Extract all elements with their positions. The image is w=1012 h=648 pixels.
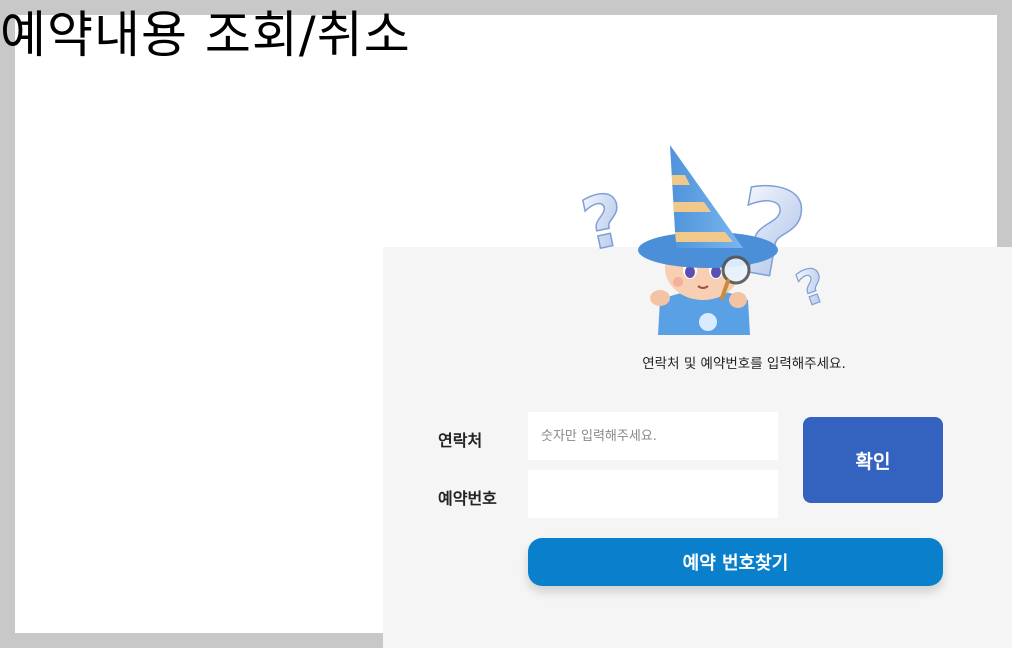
reservation-number-input[interactable] <box>528 470 778 518</box>
contact-input[interactable] <box>528 412 778 460</box>
instruction-text: 연락처 및 예약번호를 입력해주세요. <box>642 356 846 372</box>
confirm-button[interactable]: 확인 <box>803 417 943 503</box>
question-mark-icon: ? <box>574 176 634 268</box>
question-mark-icon: ? <box>789 256 836 319</box>
svg-text:?: ? <box>789 257 834 319</box>
reservation-number-label: 예약번호 <box>438 489 497 508</box>
wizard-mascot-icon: ? ? ? <box>574 145 836 335</box>
page-title: 예약내용 조회/취소 <box>0 6 411 64</box>
contact-label: 연락처 <box>438 431 483 450</box>
find-reservation-number-button[interactable]: 예약 번호찾기 <box>528 538 943 586</box>
svg-text:?: ? <box>575 176 633 267</box>
